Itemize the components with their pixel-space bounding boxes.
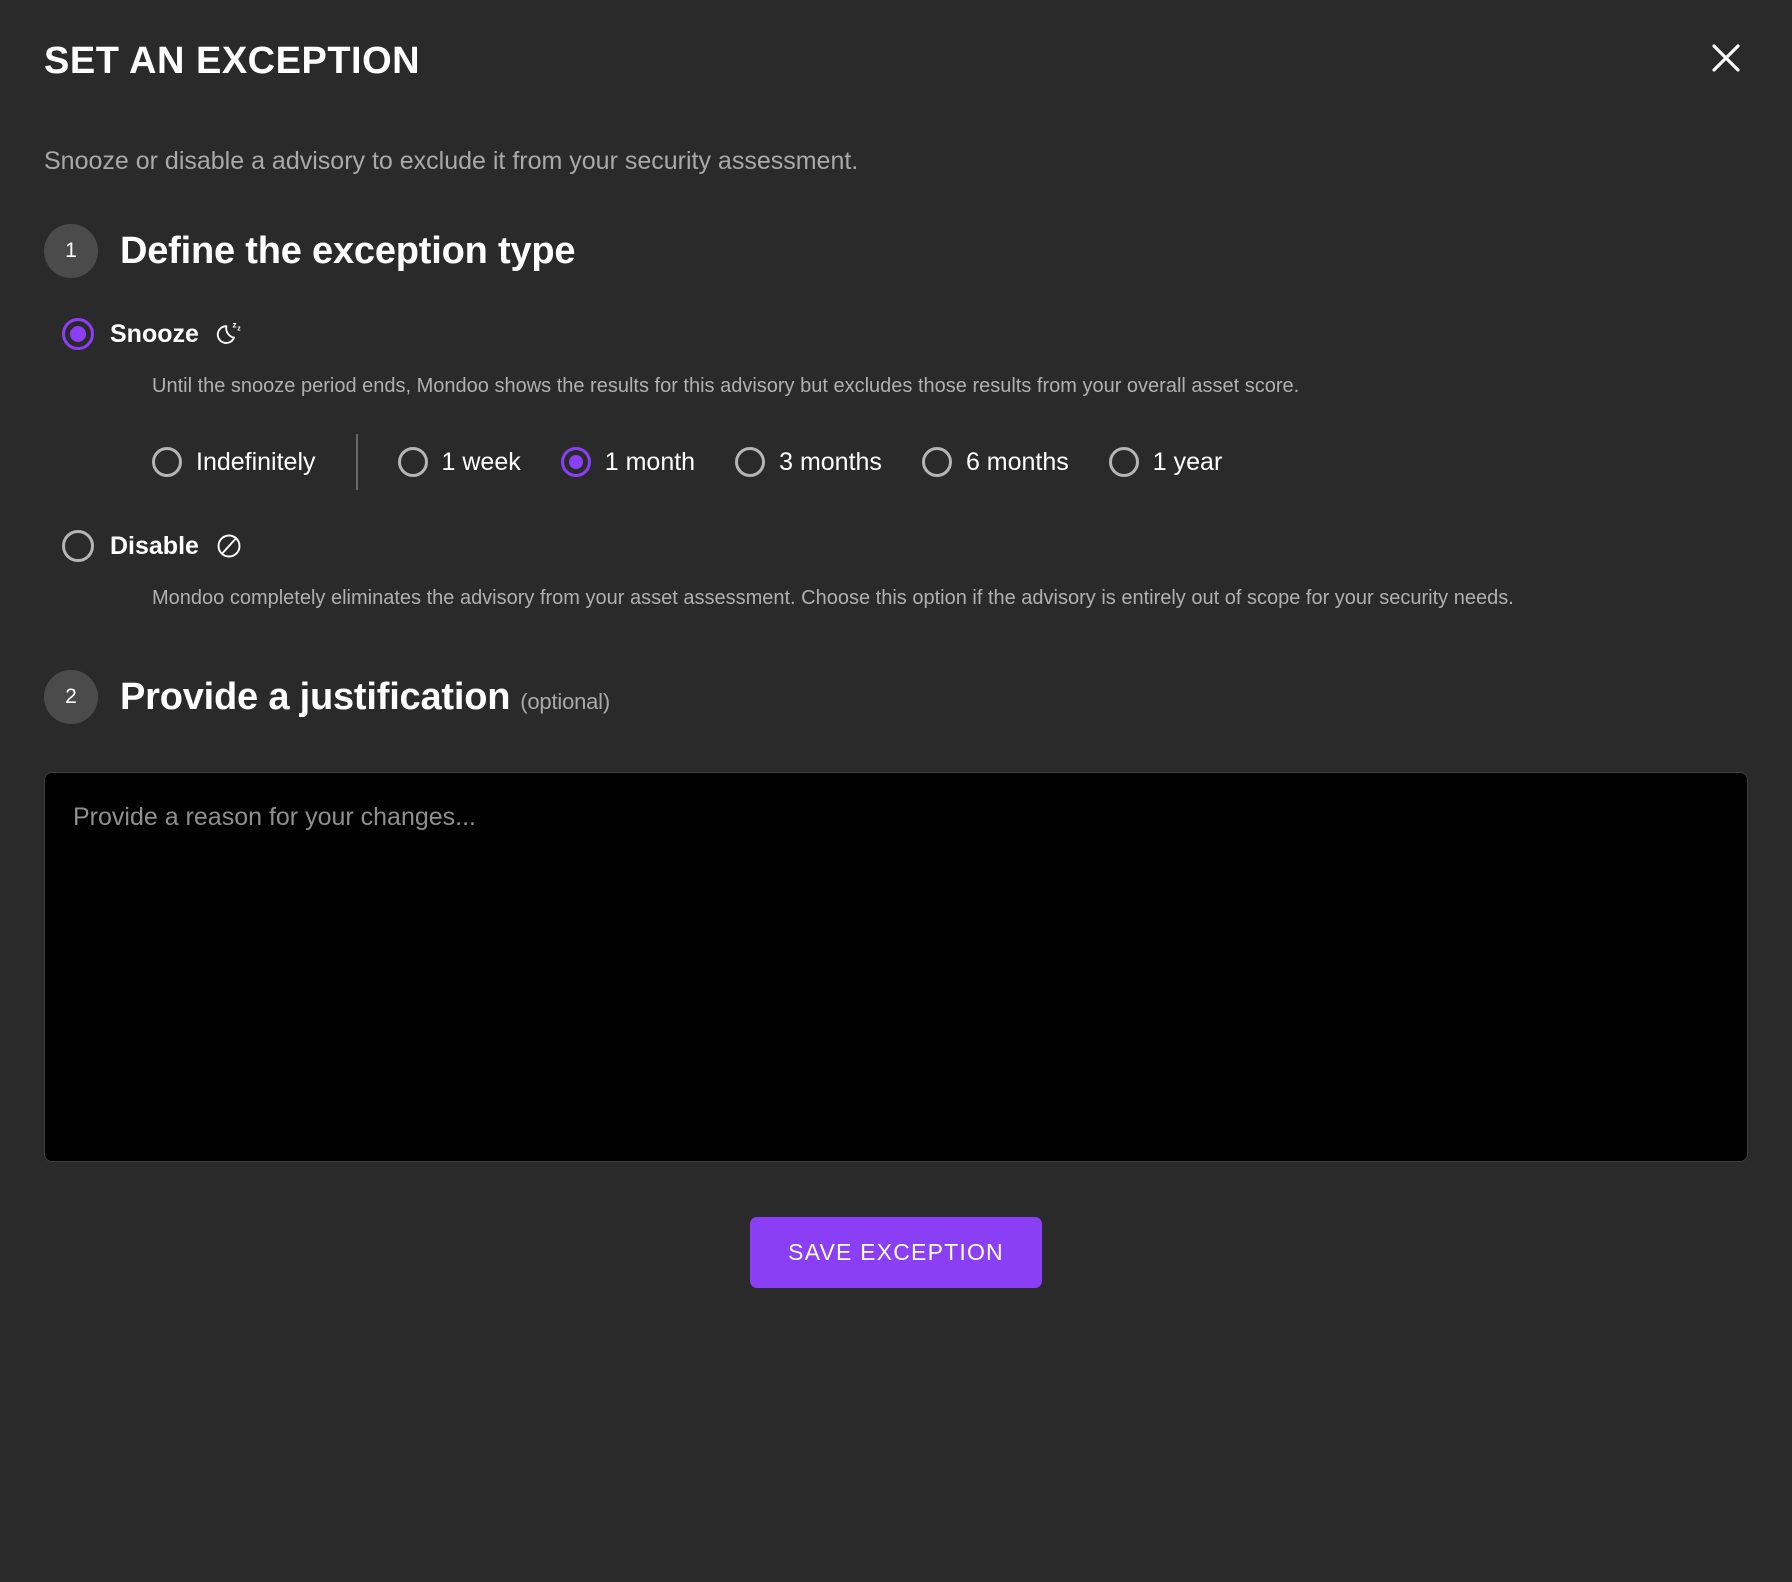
- option-disable[interactable]: Disable Mondoo completely eliminates the…: [44, 530, 1748, 614]
- snooze-duration-group: Indefinitely 1 week 1 month 3 months 6 m…: [152, 434, 1748, 490]
- option-snooze-description: Until the snooze period ends, Mondoo sho…: [152, 375, 1300, 397]
- step-2-title-text: Provide a justification: [120, 675, 511, 718]
- option-disable-description: Mondoo completely eliminates the advisor…: [152, 587, 1514, 609]
- radio-disable[interactable]: [62, 530, 94, 562]
- duration-indefinitely[interactable]: Indefinitely: [152, 447, 316, 477]
- duration-6-months-label: 6 months: [965, 447, 1069, 476]
- save-exception-button[interactable]: SAVE EXCEPTION: [750, 1217, 1042, 1288]
- radio-1-month[interactable]: [560, 447, 591, 477]
- option-snooze[interactable]: Snooze z z Until the snooze period ends,…: [44, 318, 1748, 490]
- close-button[interactable]: [1702, 34, 1750, 82]
- radio-1-week[interactable]: [397, 447, 428, 477]
- radio-snooze[interactable]: [62, 318, 94, 350]
- svg-text:z: z: [237, 326, 241, 333]
- duration-6-months[interactable]: 6 months: [921, 447, 1069, 477]
- step-2-badge: 2: [44, 670, 98, 724]
- radio-3-months[interactable]: [735, 447, 766, 477]
- duration-3-months-label: 3 months: [779, 447, 882, 476]
- step-1-title: Define the exception type: [120, 229, 576, 272]
- radio-6-months[interactable]: [921, 447, 952, 477]
- justification-textarea[interactable]: [44, 772, 1748, 1162]
- step-1-badge: 1: [44, 224, 98, 278]
- dialog-subtitle: Snooze or disable a advisory to exclude …: [44, 147, 859, 175]
- radio-1-year[interactable]: [1108, 447, 1139, 477]
- duration-divider: [355, 434, 358, 490]
- page-title: SET AN EXCEPTION: [44, 40, 421, 82]
- set-exception-dialog: SET AN EXCEPTION Snooze or disable a adv…: [0, 0, 1792, 1582]
- duration-1-week-label: 1 week: [441, 447, 521, 476]
- step-2-heading: 2 Provide a justification (optional): [44, 670, 1748, 724]
- option-snooze-label: Snooze: [110, 319, 199, 348]
- prohibited-icon: [215, 532, 243, 560]
- close-icon: [1709, 41, 1743, 75]
- option-disable-label: Disable: [110, 531, 199, 560]
- step-2-title: Provide a justification (optional): [120, 676, 610, 719]
- radio-indefinitely[interactable]: [152, 447, 182, 477]
- duration-1-year-label: 1 year: [1152, 447, 1223, 476]
- option-snooze-head[interactable]: Snooze z z: [62, 318, 1748, 350]
- duration-1-week[interactable]: 1 week: [397, 447, 521, 477]
- dialog-footer: SAVE EXCEPTION: [44, 1217, 1748, 1288]
- step-2-optional-label: (optional): [520, 688, 610, 714]
- moon-zzz-icon: z z: [215, 319, 245, 349]
- duration-1-month-label: 1 month: [604, 447, 696, 476]
- option-disable-head[interactable]: Disable: [62, 530, 1748, 562]
- duration-3-months[interactable]: 3 months: [735, 447, 882, 477]
- step-1-heading: 1 Define the exception type: [44, 224, 1748, 278]
- duration-1-month[interactable]: 1 month: [560, 447, 696, 477]
- duration-indefinitely-label: Indefinitely: [196, 447, 316, 476]
- duration-1-year[interactable]: 1 year: [1108, 447, 1223, 477]
- svg-text:z: z: [232, 320, 236, 330]
- dialog-header: SET AN EXCEPTION: [44, 0, 1748, 104]
